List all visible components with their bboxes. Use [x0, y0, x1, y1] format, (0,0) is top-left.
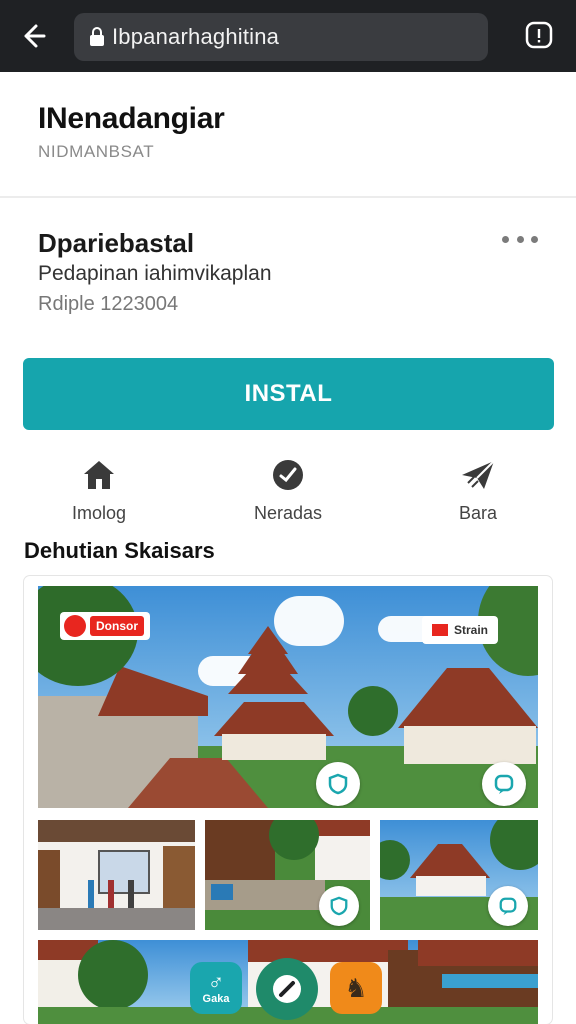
- badge-left: Donsor: [60, 612, 150, 640]
- chat-icon[interactable]: [482, 762, 526, 806]
- gender-icon: ♂: [207, 969, 225, 994]
- gallery-photo-house[interactable]: [380, 820, 538, 930]
- screenshot-gallery: Donsor Strain ♂ Gaka ♞: [24, 576, 552, 1024]
- app-info-card: Dpariebastal Pedapinan iahimvikaplan Rdi…: [0, 198, 576, 346]
- action-home[interactable]: Imolog: [29, 455, 169, 535]
- badge-right: Strain: [422, 616, 499, 644]
- action-label: Imolog: [71, 503, 127, 523]
- action-row: Imolog Neradas Bara: [0, 455, 576, 535]
- action-label: Neradas: [253, 503, 323, 523]
- app-meta: Rdiple 1223004: [38, 293, 179, 315]
- section-title: Dehutian Skaisars: [24, 538, 215, 563]
- browser-toolbar: Ibpanarhaghitina: [0, 0, 576, 72]
- send-icon: [458, 455, 498, 495]
- app-description: Pedapinan iahimvikaplan: [38, 262, 272, 285]
- back-arrow-icon[interactable]: [14, 18, 50, 54]
- action-news[interactable]: Neradas: [218, 455, 358, 535]
- page-subtitle: NIDMANBSAT: [38, 142, 155, 161]
- compass-button[interactable]: [256, 958, 318, 1020]
- gallery-photo-interior[interactable]: [38, 820, 195, 930]
- shield-icon[interactable]: [319, 886, 359, 926]
- action-share[interactable]: Bara: [408, 455, 548, 535]
- lock-icon: [88, 26, 106, 48]
- info-icon[interactable]: [524, 20, 554, 50]
- more-options-icon[interactable]: [502, 234, 538, 244]
- badge-icon: [268, 455, 308, 495]
- page-header: INenadangiar NIDMANBSAT: [0, 72, 576, 198]
- gallery-photo-veranda[interactable]: [205, 820, 370, 930]
- address-bar[interactable]: Ibpanarhaghitina: [74, 13, 488, 61]
- gallery-photo-main[interactable]: Donsor Strain: [38, 586, 538, 808]
- app-name: Dpariebastal: [38, 228, 195, 258]
- home-icon: [79, 455, 119, 495]
- action-label: Bara: [458, 503, 498, 523]
- knight-icon: ♞: [344, 973, 368, 1003]
- dock-app-left[interactable]: ♂ Gaka: [190, 962, 242, 1014]
- page-title: INenadangiar: [38, 102, 225, 135]
- chat-icon[interactable]: [488, 886, 528, 926]
- install-button[interactable]: INSTAL: [23, 358, 554, 430]
- url-text: Ibpanarhaghitina: [112, 24, 280, 49]
- dock-app-right[interactable]: ♞: [330, 962, 382, 1014]
- shield-icon[interactable]: [316, 762, 360, 806]
- flag-icon: [432, 624, 448, 636]
- compass-icon: [273, 975, 301, 1003]
